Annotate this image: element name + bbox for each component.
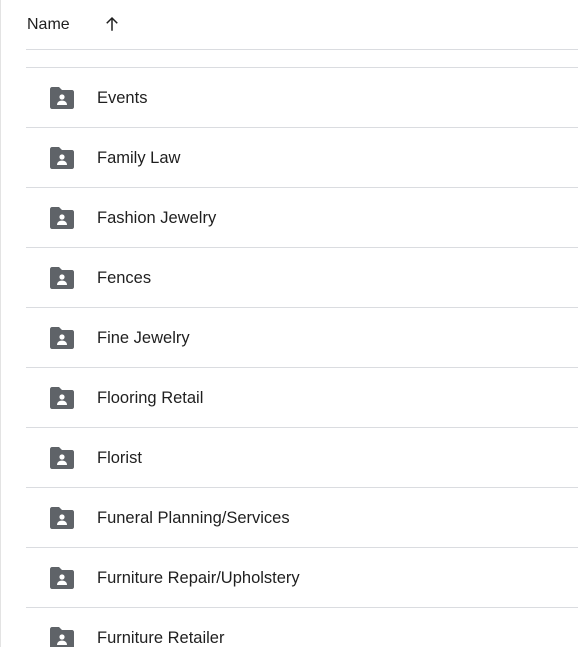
folder-name: Florist [97,449,142,467]
folder-name: Furniture Retailer [97,629,225,647]
folder-name: Fine Jewelry [97,329,190,347]
shared-folder-icon [50,447,74,469]
shared-folder-icon [50,147,74,169]
sort-ascending-button[interactable] [100,12,124,36]
left-divider [0,0,1,647]
shared-folder-icon [50,87,74,109]
shared-folder-icon [50,567,74,589]
shared-folder-icon [50,507,74,529]
folder-list: Events Family Law Fashion Jewelry Fences… [26,67,578,647]
shared-folder-icon [50,267,74,289]
folder-name: Fashion Jewelry [97,209,217,227]
arrow-up-icon [106,16,118,31]
folder-row[interactable]: Events [26,68,578,128]
folder-row[interactable]: Furniture Repair/Upholstery [26,548,578,608]
folder-row[interactable]: Family Law [26,128,578,188]
folder-row[interactable]: Flooring Retail [26,368,578,428]
file-list-view: Name Events Family Law Fashion Jewelry F… [0,0,578,647]
folder-name: Furniture Repair/Upholstery [97,569,300,587]
folder-row[interactable]: Fences [26,248,578,308]
shared-folder-icon [50,627,74,647]
shared-folder-icon [50,387,74,409]
folder-name: Funeral Planning/Services [97,509,290,527]
folder-row[interactable]: Florist [26,428,578,488]
folder-row[interactable]: Furniture Retailer [26,608,578,647]
folder-row[interactable]: Fine Jewelry [26,308,578,368]
folder-name: Events [97,89,148,107]
folder-name: Family Law [97,149,181,167]
shared-folder-icon [50,327,74,349]
folder-name: Flooring Retail [97,389,204,407]
column-header: Name [26,0,578,50]
folder-row[interactable]: Fashion Jewelry [26,188,578,248]
name-column-header[interactable]: Name [27,15,70,35]
shared-folder-icon [50,207,74,229]
folder-row[interactable]: Funeral Planning/Services [26,488,578,548]
folder-name: Fences [97,269,152,287]
